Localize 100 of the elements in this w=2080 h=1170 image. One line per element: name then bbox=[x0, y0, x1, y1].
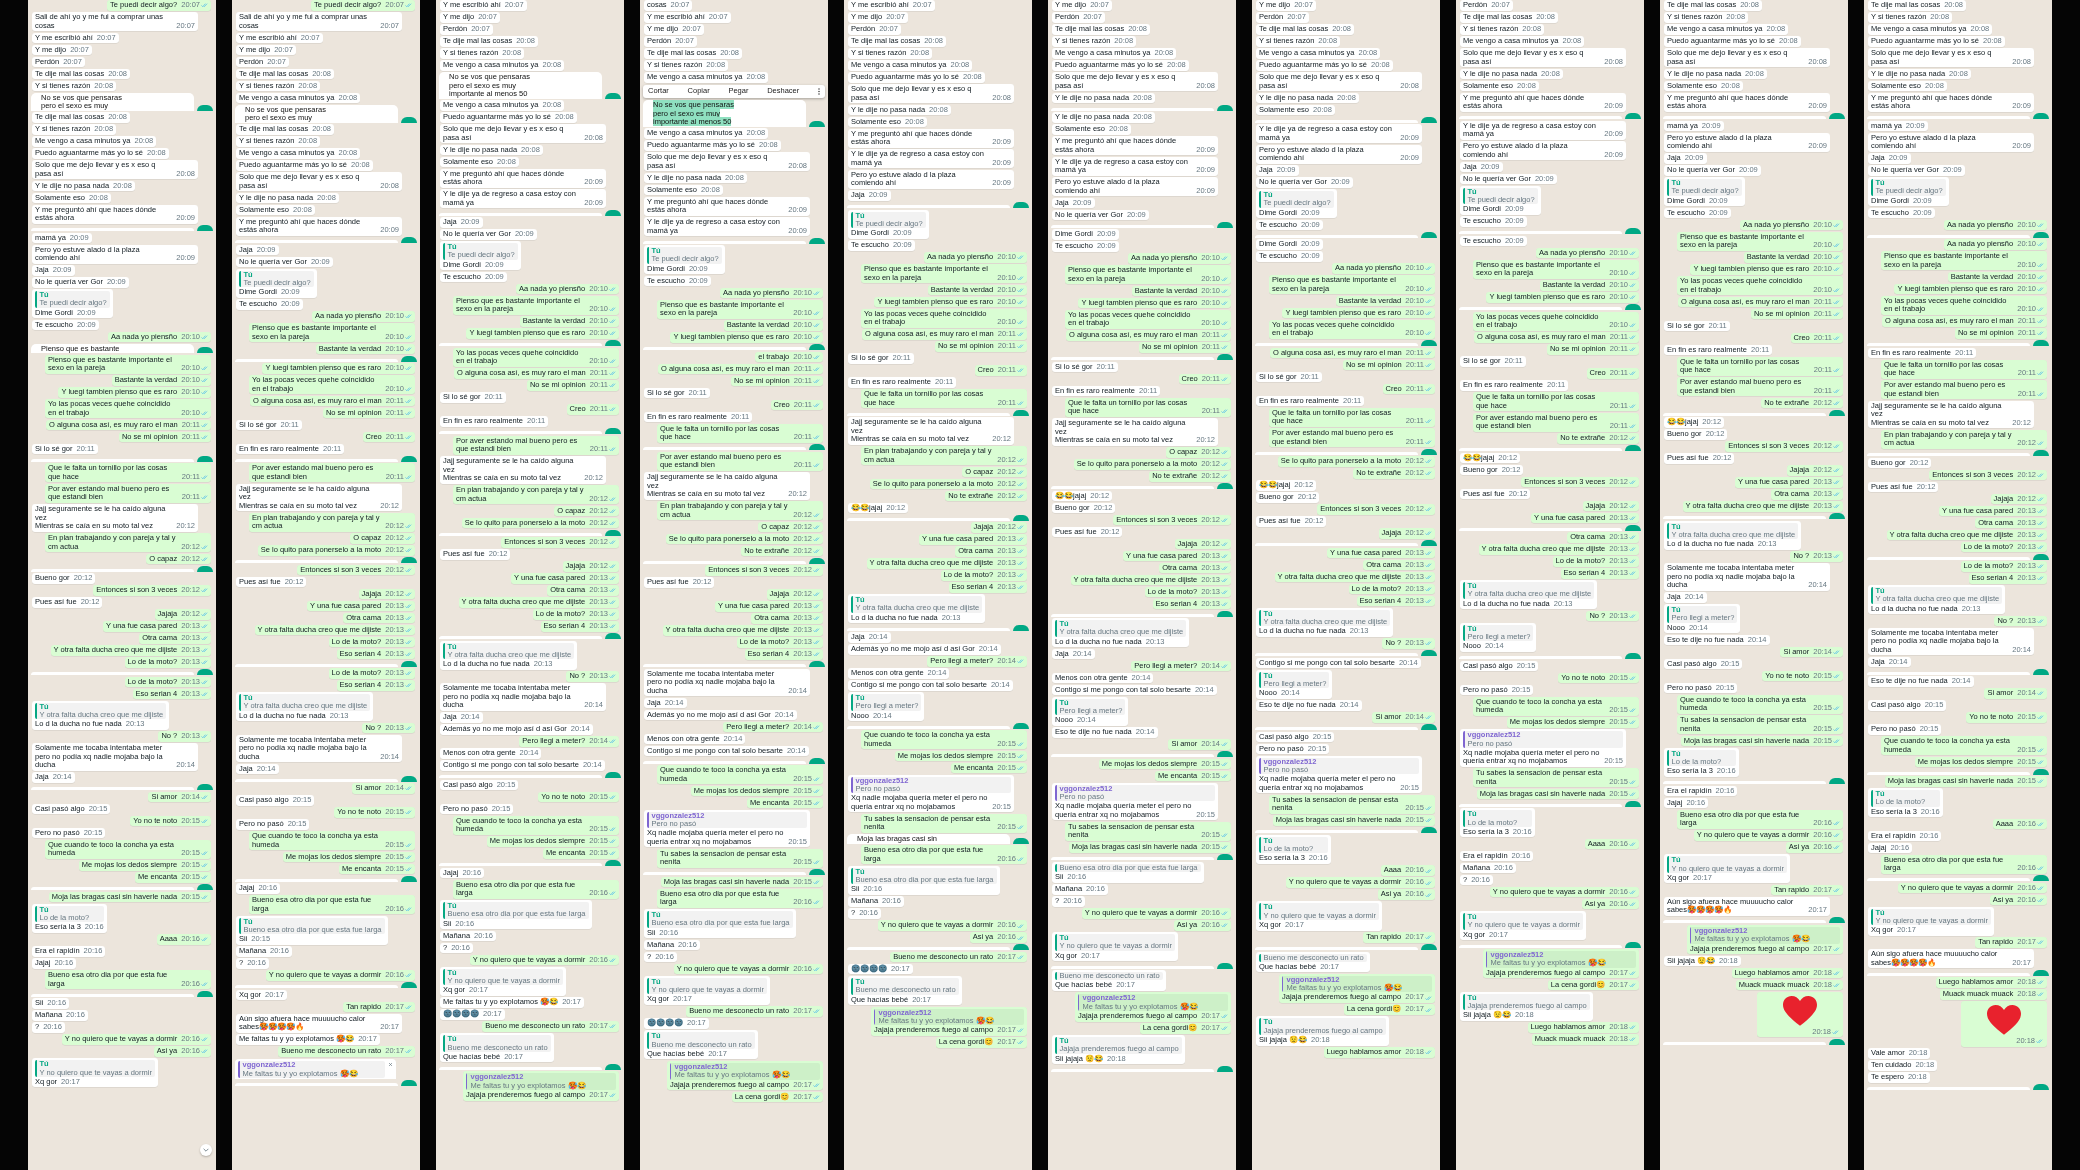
send-button[interactable] bbox=[1217, 854, 1233, 861]
message-input-field[interactable] bbox=[1459, 527, 1622, 531]
message-input-field[interactable] bbox=[1255, 343, 1418, 347]
message-input-field[interactable] bbox=[1459, 944, 1622, 948]
message-input-field[interactable] bbox=[1867, 234, 2030, 238]
message-input-field[interactable] bbox=[1867, 453, 2030, 457]
send-button[interactable] bbox=[1421, 340, 1437, 347]
send-button[interactable] bbox=[1829, 113, 1845, 119]
send-button[interactable] bbox=[401, 982, 417, 989]
message-input-field[interactable] bbox=[1459, 803, 1622, 807]
message-input-field[interactable] bbox=[439, 212, 602, 216]
message-input-field[interactable] bbox=[235, 663, 398, 667]
send-button[interactable] bbox=[1421, 724, 1437, 731]
send-button[interactable] bbox=[2033, 450, 2049, 457]
send-button[interactable] bbox=[2033, 969, 2049, 976]
send-button[interactable] bbox=[605, 209, 621, 216]
message-input-field[interactable] bbox=[643, 760, 806, 764]
message-input-field[interactable] bbox=[847, 947, 1010, 951]
send-button[interactable] bbox=[809, 557, 825, 564]
message-input-field[interactable] bbox=[439, 1066, 602, 1070]
send-button[interactable] bbox=[1625, 113, 1641, 119]
message-input-field[interactable] bbox=[439, 636, 602, 640]
send-button[interactable] bbox=[605, 1063, 621, 1070]
send-button[interactable] bbox=[197, 565, 213, 572]
message-input-field[interactable] bbox=[1663, 516, 1826, 520]
message-input-field[interactable] bbox=[1663, 116, 1826, 119]
message-input-field[interactable] bbox=[1255, 543, 1418, 547]
send-button[interactable] bbox=[1217, 354, 1233, 360]
scroll-down-button[interactable] bbox=[200, 1144, 212, 1156]
send-button[interactable] bbox=[197, 669, 213, 676]
message-input-field[interactable] bbox=[1051, 486, 1214, 489]
message-input-field[interactable] bbox=[1459, 448, 1622, 452]
send-button[interactable] bbox=[809, 757, 825, 764]
message-input-field[interactable] bbox=[1255, 451, 1418, 455]
send-button[interactable] bbox=[1013, 514, 1029, 521]
send-button[interactable] bbox=[1625, 228, 1641, 235]
message-input-field[interactable] bbox=[235, 985, 398, 989]
send-button[interactable] bbox=[605, 92, 621, 99]
send-button[interactable] bbox=[197, 455, 213, 462]
message-input-field[interactable] bbox=[1663, 781, 1826, 785]
message-input-field[interactable] bbox=[1663, 1041, 1826, 1045]
message-input-field[interactable] bbox=[1867, 878, 2030, 882]
message-input-field[interactable] bbox=[1255, 119, 1418, 123]
send-button[interactable] bbox=[605, 633, 621, 640]
send-button[interactable] bbox=[1217, 751, 1233, 758]
message-input-field[interactable] bbox=[1867, 556, 2030, 560]
send-button[interactable] bbox=[1013, 722, 1029, 729]
message-input-field[interactable] bbox=[31, 993, 194, 997]
send-button[interactable] bbox=[1217, 104, 1233, 111]
send-button[interactable] bbox=[197, 347, 213, 354]
message-input-field[interactable] bbox=[847, 205, 1010, 208]
message-input-field[interactable] bbox=[1867, 1087, 2030, 1091]
message-input-field[interactable] bbox=[235, 778, 398, 782]
send-button[interactable] bbox=[1829, 778, 1845, 785]
send-button[interactable] bbox=[401, 237, 417, 243]
message-input-field[interactable] bbox=[847, 725, 1010, 729]
message-input-field[interactable] bbox=[1051, 754, 1214, 758]
message-input-field[interactable] bbox=[643, 240, 806, 244]
send-button[interactable] bbox=[401, 355, 417, 362]
message-input-field[interactable] bbox=[1051, 224, 1214, 228]
send-button[interactable] bbox=[1829, 409, 1845, 416]
send-button[interactable] bbox=[1829, 917, 1845, 924]
message-input-field[interactable] bbox=[1663, 412, 1826, 416]
message-input-field[interactable] bbox=[1255, 727, 1418, 731]
send-button[interactable] bbox=[1217, 221, 1233, 228]
message-input-field[interactable] bbox=[1663, 920, 1826, 924]
message-input-field[interactable] bbox=[1867, 972, 2030, 976]
send-button[interactable] bbox=[1421, 448, 1437, 455]
message-input-field[interactable] bbox=[1459, 656, 1622, 660]
send-button[interactable] bbox=[401, 557, 417, 564]
message-input-field[interactable] bbox=[1459, 307, 1622, 311]
send-button[interactable] bbox=[605, 860, 621, 867]
message-input-field[interactable] bbox=[847, 627, 1010, 631]
send-button[interactable] bbox=[2033, 113, 2049, 119]
message-input-field[interactable] bbox=[439, 431, 602, 435]
send-button[interactable] bbox=[1421, 944, 1437, 951]
message-input-field[interactable] bbox=[1867, 671, 2030, 675]
send-button[interactable] bbox=[401, 660, 417, 667]
send-button[interactable] bbox=[809, 344, 825, 351]
message-input-field[interactable] bbox=[1051, 613, 1214, 617]
message-input-field[interactable] bbox=[1051, 965, 1214, 969]
send-button[interactable] bbox=[1625, 653, 1641, 660]
message-input-field[interactable] bbox=[643, 664, 806, 668]
send-button[interactable] bbox=[2033, 553, 2049, 560]
send-button[interactable] bbox=[197, 884, 213, 891]
message-input-field[interactable] bbox=[1051, 107, 1214, 111]
message-input-field[interactable] bbox=[643, 560, 806, 564]
send-button[interactable] bbox=[1217, 962, 1233, 969]
message-input-field[interactable] bbox=[1867, 116, 2030, 119]
message-input-field[interactable] bbox=[643, 347, 806, 351]
send-button[interactable] bbox=[1013, 624, 1029, 631]
message-input-field[interactable] bbox=[1051, 857, 1214, 861]
message-input-field[interactable] bbox=[235, 560, 398, 564]
send-button[interactable] bbox=[1013, 944, 1029, 951]
message-input-field[interactable] bbox=[1255, 947, 1418, 951]
message-input-field[interactable] bbox=[643, 447, 806, 451]
message-input-field[interactable] bbox=[847, 412, 1010, 416]
send-button[interactable] bbox=[401, 875, 417, 882]
message-input-field[interactable] bbox=[31, 228, 194, 231]
send-button[interactable] bbox=[1421, 827, 1437, 834]
